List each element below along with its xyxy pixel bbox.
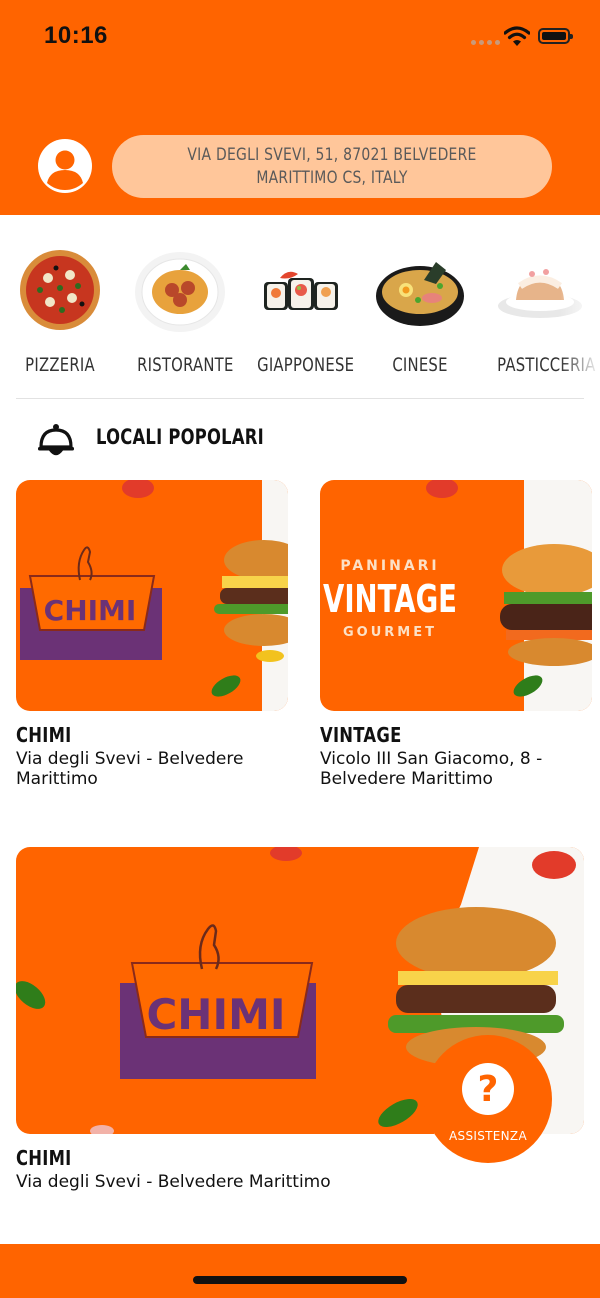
restaurant-name: CHIMI <box>16 1146 72 1170</box>
restaurant-address: Via degli Svevi - Belvedere Marittimo <box>16 749 244 789</box>
restaurant-image: CHIMI <box>16 480 288 711</box>
pizza-icon <box>10 240 110 340</box>
battery-icon <box>538 28 573 44</box>
divider <box>16 398 584 399</box>
logo-bottom-text: GOURMET <box>343 625 437 640</box>
spaghetti-icon <box>130 240 230 340</box>
help-icon: ? <box>462 1063 514 1115</box>
home-indicator[interactable] <box>193 1276 407 1284</box>
category-giapponese[interactable]: GIAPPONESE <box>245 240 355 376</box>
restaurant-address: Via degli Svevi - Belvedere Marittimo <box>16 1172 331 1192</box>
logo-top-text: PANINARI <box>340 558 439 574</box>
assistance-label: ASSISTENZA <box>449 1129 527 1143</box>
assistance-button[interactable]: ? ASSISTENZA <box>424 1035 552 1163</box>
logo-text: CHIMI <box>44 594 137 627</box>
restaurant-card-vintage[interactable]: PANINARI VINTAGE GOURMET VINTAGE Vicolo … <box>320 480 592 789</box>
profile-avatar-button[interactable] <box>38 139 92 193</box>
restaurant-name: CHIMI <box>16 723 72 747</box>
address-selector[interactable]: VIA DEGLI SVEVI, 51, 87021 BELVEDERE MAR… <box>112 135 552 198</box>
bottom-bar <box>0 1244 600 1298</box>
category-cinese[interactable]: CINESE <box>365 240 475 376</box>
section-title: LOCALI POPOLARI <box>96 425 264 449</box>
restaurant-address: Vicolo III San Giacomo, 8 - Belvedere Ma… <box>320 749 543 789</box>
restaurant-name: VINTAGE <box>320 723 402 747</box>
logo-text: VINTAGE <box>323 577 457 621</box>
category-pizzeria[interactable]: PIZZERIA <box>5 240 115 376</box>
ramen-icon <box>370 240 470 340</box>
category-ristorante[interactable]: RISTORANTE <box>125 240 235 376</box>
cloche-icon <box>38 424 74 456</box>
category-label: CINESE <box>392 354 448 376</box>
wifi-icon <box>504 26 530 46</box>
category-carousel[interactable]: PIZZERIA RISTORANTE GIAPPONESE CINESE PA… <box>0 240 600 385</box>
category-label: RISTORANTE <box>137 354 234 376</box>
category-label: PIZZERIA <box>25 354 95 376</box>
user-icon <box>47 150 83 190</box>
sushi-icon <box>250 240 350 340</box>
cellular-signal-icon <box>471 40 500 45</box>
restaurant-card-chimi[interactable]: CHIMI CHIMI Via degli Svevi - Belvedere … <box>16 480 288 789</box>
top-header: 10:16 VIA DEGLI SVEVI, 51, 87021 BELVEDE… <box>0 0 600 215</box>
logo-text: CHIMI <box>146 990 285 1039</box>
restaurant-image: PANINARI VINTAGE GOURMET <box>320 480 592 711</box>
status-time: 10:16 <box>44 22 108 49</box>
address-text: VIA DEGLI SVEVI, 51, 87021 BELVEDERE MAR… <box>187 144 477 188</box>
carousel-fade <box>560 240 600 385</box>
category-label: GIAPPONESE <box>257 354 355 376</box>
